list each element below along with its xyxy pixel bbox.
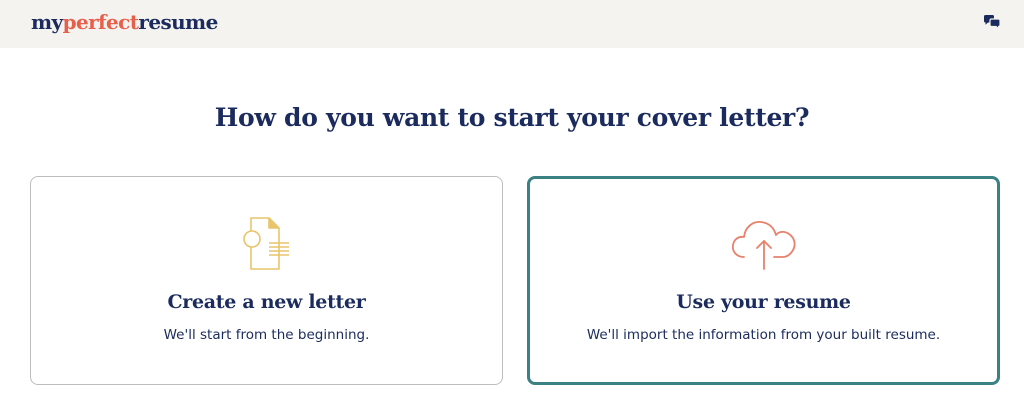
card-description: We'll import the information from your b… <box>586 327 941 343</box>
chat-bubbles-icon[interactable] <box>983 14 1001 31</box>
top-bar: myperfectresume <box>0 0 1024 48</box>
logo[interactable]: myperfectresume <box>31 8 218 36</box>
cloud-upload-icon <box>729 215 799 276</box>
create-new-letter-card[interactable]: Create a new letter We'll start from the… <box>30 176 503 385</box>
use-your-resume-card[interactable]: Use your resume We'll import the informa… <box>527 176 1000 385</box>
page-title: How do you want to start your cover lett… <box>214 103 810 132</box>
new-document-icon <box>239 215 295 280</box>
logo-text-perfect: perfect <box>62 10 139 34</box>
card-description: We'll start from the beginning. <box>163 327 370 343</box>
card-title: Create a new letter <box>167 291 366 313</box>
card-title: Use your resume <box>676 291 851 313</box>
logo-text-resume: resume <box>138 10 218 34</box>
logo-text-my: my <box>31 10 63 34</box>
